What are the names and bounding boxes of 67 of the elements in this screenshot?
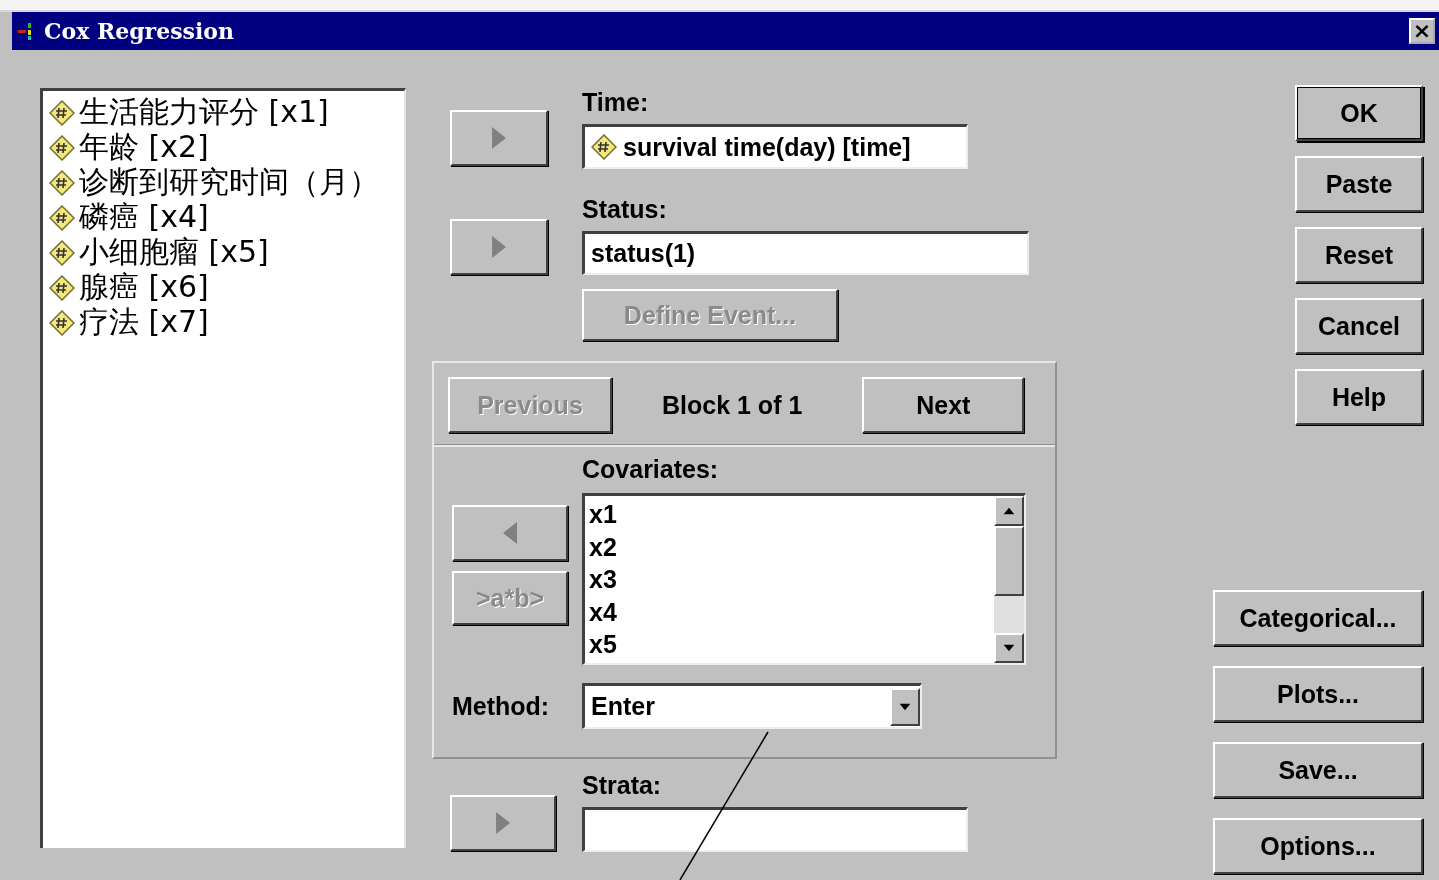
dialog-button[interactable]: OK xyxy=(1295,85,1423,141)
dialog-button[interactable]: Reset xyxy=(1295,227,1423,283)
covariate-item[interactable]: x1 xyxy=(589,498,990,531)
time-label: Time: xyxy=(582,88,650,116)
options-button[interactable]: Categorical... xyxy=(1213,590,1423,646)
variable-list[interactable]: 生活能力评分 [x1] 年龄 [x2] 诊断到研究时间（月） 磷癌 [x4] 小细胞瘤 [x5] 腺癌 [x6] 疗法 [x7] xyxy=(40,88,406,848)
variable-label: 腺癌 [x6] xyxy=(79,268,209,306)
numeric-variable-icon xyxy=(49,239,75,266)
scroll-thumb[interactable] xyxy=(994,526,1024,596)
variable-label: 生活能力评分 [x1] xyxy=(79,93,329,131)
options-button[interactable]: Options... xyxy=(1213,818,1423,874)
covariates-label: Covariates: xyxy=(582,455,720,483)
move-to-strata-button[interactable] xyxy=(450,795,556,851)
numeric-variable-icon xyxy=(49,204,75,231)
variable-label: 小细胞瘤 [x5] xyxy=(79,233,269,271)
method-label: Method: xyxy=(452,692,551,720)
options-button[interactable]: Save... xyxy=(1213,742,1423,798)
covariate-item[interactable]: x5 xyxy=(589,628,990,661)
strata-label: Strata: xyxy=(582,771,663,799)
variable-label: 诊断到研究时间（月） xyxy=(79,163,379,201)
move-to-status-button[interactable] xyxy=(450,219,548,275)
status-field[interactable]: status(1) xyxy=(582,231,1029,275)
scroll-down-button[interactable] xyxy=(994,633,1024,663)
scroll-up-button[interactable] xyxy=(994,496,1024,526)
dialog-button[interactable]: Cancel xyxy=(1295,298,1423,354)
variable-item[interactable]: 疗法 [x7] xyxy=(49,305,398,340)
variable-label: 磷癌 [x4] xyxy=(79,198,209,236)
move-to-time-button[interactable] xyxy=(450,110,548,166)
covariate-item[interactable]: x2 xyxy=(589,530,990,563)
variable-item[interactable]: 小细胞瘤 [x5] xyxy=(49,235,398,270)
method-value: Enter xyxy=(591,692,655,721)
numeric-variable-icon xyxy=(49,169,75,196)
variable-item[interactable]: 腺癌 [x6] xyxy=(49,270,398,305)
variable-label: 疗法 [x7] xyxy=(79,303,209,341)
covariates-list[interactable]: x1 x2 x3 x4 x5 xyxy=(582,493,1026,665)
close-button[interactable]: × xyxy=(1409,18,1435,44)
numeric-variable-icon xyxy=(591,134,617,160)
numeric-variable-icon xyxy=(49,309,75,336)
arrow-icon xyxy=(491,127,507,149)
covariate-item[interactable]: x4 xyxy=(589,595,990,628)
numeric-variable-icon xyxy=(49,274,75,301)
up-arrow-icon xyxy=(1003,505,1015,517)
down-arrow-icon xyxy=(1003,642,1015,654)
next-button[interactable]: Next xyxy=(862,377,1025,433)
time-value: survival time(day) [time] xyxy=(623,132,911,162)
variable-item[interactable]: 年龄 [x2] xyxy=(49,130,398,165)
arrow-icon xyxy=(491,236,507,258)
options-button[interactable]: Plots... xyxy=(1213,666,1423,722)
numeric-variable-icon xyxy=(49,134,75,161)
variable-item[interactable]: 诊断到研究时间（月） xyxy=(49,165,398,200)
variable-item[interactable]: 磷癌 [x4] xyxy=(49,200,398,235)
time-field[interactable]: survival time(day) [time] xyxy=(582,124,968,169)
variable-item[interactable]: 生活能力评分 [x1] xyxy=(49,95,398,130)
arrow-icon xyxy=(495,812,511,834)
scrollbar[interactable] xyxy=(994,496,1024,663)
status-label: Status: xyxy=(582,195,668,223)
window-title: Cox Regression xyxy=(44,18,235,44)
arrow-icon xyxy=(502,522,518,544)
variable-label: 年龄 [x2] xyxy=(79,128,209,166)
method-dropdown[interactable]: Enter xyxy=(582,683,922,729)
block-counter: Block 1 of 1 xyxy=(662,390,803,420)
strata-field[interactable] xyxy=(582,807,968,852)
remove-covariate-button[interactable] xyxy=(452,505,568,561)
dialog-button[interactable]: Help xyxy=(1295,369,1423,425)
numeric-variable-icon xyxy=(49,99,75,126)
dialog-button[interactable]: Paste xyxy=(1295,156,1423,212)
covariate-item[interactable]: x3 xyxy=(589,563,990,596)
